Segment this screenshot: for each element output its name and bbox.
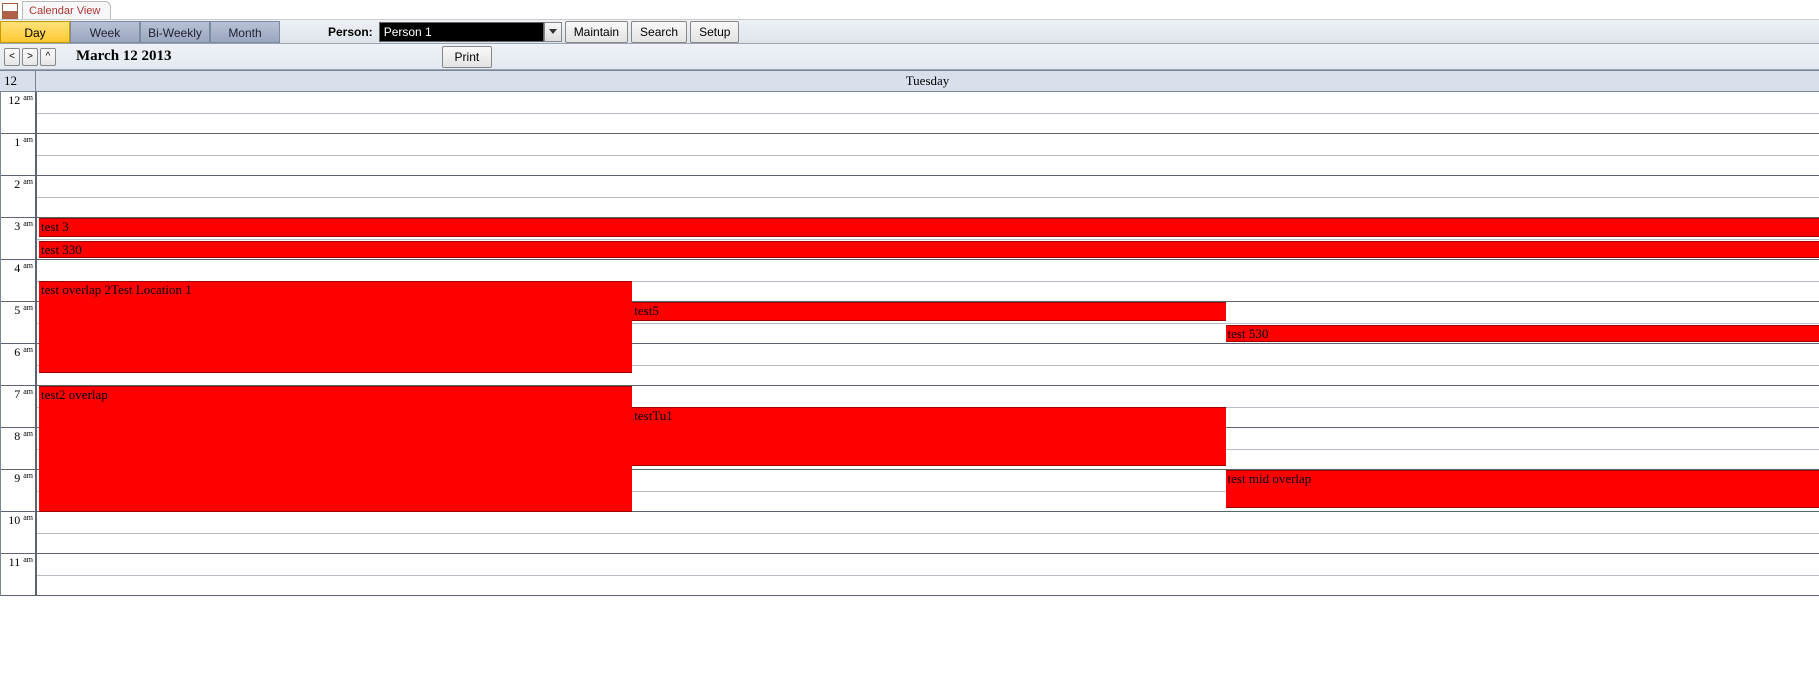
view-month-button[interactable]: Month [210, 21, 280, 43]
day-header-number: 12 [0, 71, 36, 91]
access-app-icon [2, 3, 18, 19]
calendar-event[interactable]: testTu1 [632, 407, 1225, 466]
search-button[interactable]: Search [631, 21, 687, 43]
hour-label: 5 am [1, 302, 37, 343]
view-week-button[interactable]: Week [70, 21, 140, 43]
calendar-event[interactable]: test2 overlap [39, 386, 632, 512]
up-button[interactable]: ^ [40, 48, 56, 66]
hour-label: 9 am [1, 470, 37, 511]
hour-label: 10 am [1, 512, 37, 553]
date-navbar: < > ^ March 12 2013 Print [0, 44, 1819, 70]
day-header: 12 Tuesday [0, 70, 1819, 92]
person-select[interactable]: Person 1 [379, 22, 562, 42]
person-select-dropdown-icon[interactable] [544, 22, 562, 42]
calendar-event[interactable]: test5 [632, 302, 1225, 321]
hour-label: 12 am [1, 92, 37, 133]
date-title: March 12 2013 [76, 48, 172, 65]
calendar-event[interactable]: test mid overlap [1226, 470, 1819, 508]
prev-button[interactable]: < [4, 48, 20, 66]
hour-label: 8 am [1, 428, 37, 469]
events-layer: test 3 test 330 test overlap 2Test Locatio… [39, 92, 1819, 596]
window-tab-calendar[interactable]: Calendar View [22, 1, 111, 19]
toolbar: Day Week Bi-Weekly Month Person: Person … [0, 20, 1819, 44]
hour-label: 4 am [1, 260, 37, 301]
next-button[interactable]: > [22, 48, 38, 66]
view-day-button[interactable]: Day [0, 21, 70, 43]
hour-label: 3 am [1, 218, 37, 259]
calendar-event[interactable]: test 330 [39, 241, 1819, 258]
calendar-event[interactable]: test overlap 2Test Location 1 [39, 281, 632, 373]
maintain-button[interactable]: Maintain [565, 21, 628, 43]
setup-button[interactable]: Setup [690, 21, 739, 43]
calendar-event[interactable]: test 3 [39, 218, 1819, 237]
person-select-value[interactable]: Person 1 [379, 22, 544, 42]
hour-label: 1 am [1, 134, 37, 175]
hour-label: 6 am [1, 344, 37, 385]
window-tabbar: Calendar View [0, 0, 1819, 20]
calendar-event[interactable]: test 530 [1226, 325, 1819, 342]
person-label: Person: [320, 25, 379, 39]
print-button[interactable]: Print [442, 46, 493, 68]
hour-label: 7 am [1, 386, 37, 427]
time-grid: 12 am1 am2 am3 am4 am5 am6 am7 am8 am9 a… [0, 92, 1819, 596]
hour-label: 2 am [1, 176, 37, 217]
hour-label: 11 am [1, 554, 37, 595]
day-header-name: Tuesday [36, 71, 1819, 91]
view-biweekly-button[interactable]: Bi-Weekly [140, 21, 210, 43]
